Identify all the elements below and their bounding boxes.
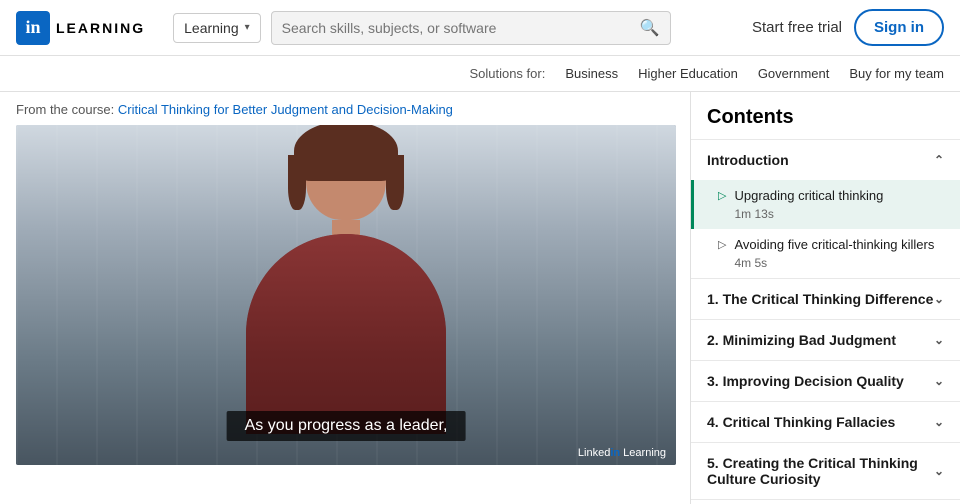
chevron-down-icon: ⌄ (934, 292, 944, 306)
header-right: Start free trial Sign in (752, 9, 944, 46)
learning-nav-dropdown[interactable]: Learning ▾ (173, 13, 261, 43)
section-3-header[interactable]: 3. Improving Decision Quality ⌄ (691, 361, 960, 401)
person-hair-right (386, 155, 404, 210)
subnav-government[interactable]: Government (758, 66, 830, 81)
header: in LEARNING Learning ▾ 🔍 Start free tria… (0, 0, 960, 56)
main-content: From the course: Critical Thinking for B… (0, 92, 960, 504)
section-2: 2. Minimizing Bad Judgment ⌄ (691, 320, 960, 361)
breadcrumb-prefix: From the course: (16, 102, 114, 117)
lesson-title: Upgrading critical thinking (734, 188, 883, 205)
chevron-down-icon: ⌄ (934, 464, 944, 478)
person-body-gradient (246, 234, 446, 434)
section-2-header[interactable]: 2. Minimizing Bad Judgment ⌄ (691, 320, 960, 360)
lesson-title: Avoiding five critical-thinking killers (734, 237, 934, 254)
section-introduction-header[interactable]: Introduction ⌃ (691, 140, 960, 180)
lesson-duration: 1m 13s (734, 207, 883, 221)
lesson-info: Avoiding five critical-thinking killers … (734, 237, 934, 270)
lesson-duration: 4m 5s (734, 256, 934, 270)
chevron-down-icon: ⌄ (934, 415, 944, 429)
linkedin-logo[interactable]: in LEARNING (16, 11, 145, 45)
sign-in-button[interactable]: Sign in (854, 9, 944, 46)
linkedin-icon: in (16, 11, 50, 45)
section-5: 5. Creating the Critical Thinking Cultur… (691, 443, 960, 500)
lesson-upgrading-critical-thinking[interactable]: ▷ Upgrading critical thinking 1m 13s (691, 180, 960, 229)
breadcrumb: From the course: Critical Thinking for B… (16, 102, 674, 117)
chevron-down-icon: ⌄ (934, 374, 944, 388)
search-bar: 🔍 (271, 11, 671, 45)
section-1: 1. The Critical Thinking Difference ⌄ (691, 279, 960, 320)
lesson-info: Upgrading critical thinking 1m 13s (734, 188, 883, 221)
section-introduction: Introduction ⌃ ▷ Upgrading critical thin… (691, 140, 960, 279)
section-3: 3. Improving Decision Quality ⌄ (691, 361, 960, 402)
contents-title: Contents (691, 92, 960, 140)
subnav-buy-for-team[interactable]: Buy for my team (849, 66, 944, 81)
subnav-business[interactable]: Business (565, 66, 618, 81)
section-introduction-label: Introduction (707, 152, 789, 168)
person-figure (246, 135, 446, 434)
solutions-subnav: Solutions for: Business Higher Education… (0, 56, 960, 92)
intro-lessons: ▷ Upgrading critical thinking 1m 13s ▷ A… (691, 180, 960, 278)
section-4-header[interactable]: 4. Critical Thinking Fallacies ⌄ (691, 402, 960, 442)
left-panel: From the course: Critical Thinking for B… (0, 92, 690, 504)
search-button[interactable]: 🔍 (640, 18, 660, 38)
breadcrumb-course-link[interactable]: Critical Thinking for Better Judgment an… (118, 102, 453, 117)
section-1-label: 1. The Critical Thinking Difference (707, 291, 933, 307)
person-head (306, 135, 386, 220)
person-hair-left (288, 155, 306, 210)
subnav-higher-education[interactable]: Higher Education (638, 66, 738, 81)
start-free-trial-link[interactable]: Start free trial (752, 19, 842, 36)
solutions-label: Solutions for: (469, 66, 545, 81)
section-4: 4. Critical Thinking Fallacies ⌄ (691, 402, 960, 443)
chevron-down-icon: ⌄ (934, 333, 944, 347)
video-subtitle: As you progress as a leader, (227, 411, 466, 441)
section-5-header[interactable]: 5. Creating the Critical Thinking Cultur… (691, 443, 960, 499)
section-4-label: 4. Critical Thinking Fallacies (707, 414, 895, 430)
play-icon: ▷ (718, 189, 726, 202)
video-watermark: Linkedin Learning (578, 447, 666, 459)
section-1-header[interactable]: 1. The Critical Thinking Difference ⌄ (691, 279, 960, 319)
search-input[interactable] (282, 20, 640, 36)
chevron-up-icon: ⌃ (934, 153, 944, 167)
learning-brand-text: LEARNING (56, 20, 145, 36)
person-body (246, 234, 446, 434)
section-2-label: 2. Minimizing Bad Judgment (707, 332, 896, 348)
chevron-down-icon: ▾ (245, 22, 250, 33)
lesson-avoiding-killers[interactable]: ▷ Avoiding five critical-thinking killer… (691, 229, 960, 278)
video-player[interactable]: As you progress as a leader, Linkedin Le… (16, 125, 676, 465)
contents-panel: Contents Introduction ⌃ ▷ Upgrading crit… (690, 92, 960, 504)
section-5-label: 5. Creating the Critical Thinking Cultur… (707, 455, 934, 487)
person-hair-top (294, 125, 398, 181)
play-icon: ▷ (718, 238, 726, 251)
section-3-label: 3. Improving Decision Quality (707, 373, 904, 389)
